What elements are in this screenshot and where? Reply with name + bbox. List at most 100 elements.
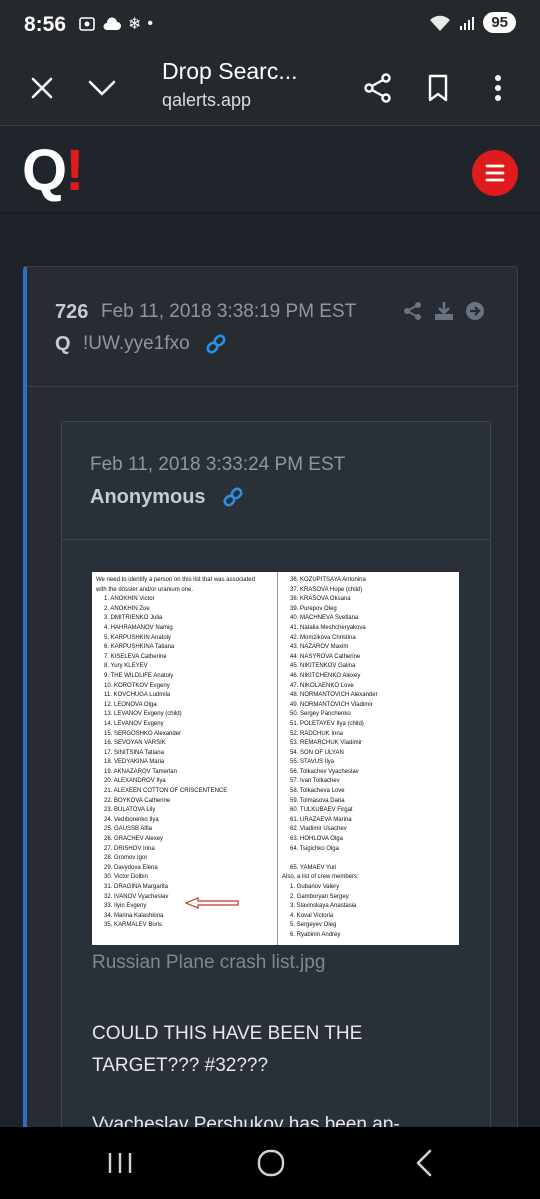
document-line: 51. POLETAYEV Ilya (child) <box>290 720 364 727</box>
post-header: 726 Feb 11, 2018 3:38:19 PM EST Q !UW.yy… <box>27 267 518 387</box>
document-left-column: We need to identify a person on this lis… <box>96 576 274 931</box>
back-chevron-icon <box>416 1149 432 1177</box>
close-button[interactable] <box>20 66 64 110</box>
post-number[interactable]: 726 <box>55 301 88 324</box>
arrow-right-circle-icon[interactable] <box>465 301 485 321</box>
post-date: Feb 11, 2018 3:38:19 PM EST <box>101 301 357 322</box>
quoted-post-header: Feb 11, 2018 3:33:24 PM EST Anonymous <box>62 422 490 540</box>
document-line: 5. Sergeyev Oleg <box>290 922 337 929</box>
signal-icon <box>460 16 475 30</box>
share-icon[interactable] <box>403 301 423 321</box>
document-line: 27. DRISHOV Irina <box>104 845 155 852</box>
document-divider <box>277 572 278 945</box>
red-arrow-annotation <box>184 897 239 909</box>
document-line: 8. Yury KLEYEV <box>104 663 148 670</box>
back-button[interactable] <box>404 1145 444 1181</box>
status-notification-icons: ❄ • <box>78 14 153 34</box>
document-line: 4. HAHRAMANOV Namig <box>104 624 173 631</box>
document-line: 25. GAUSSB Alfia <box>104 826 153 833</box>
document-line: 17. SINITSINA Tatiana <box>104 749 164 756</box>
document-line: We need to identify a person on this lis… <box>96 577 255 583</box>
more-options-button[interactable] <box>476 66 520 110</box>
link-icon <box>206 334 226 354</box>
document-line: 3. Slavinskaya Anastasia <box>290 903 357 910</box>
post-tripcode: !UW.yye1fxo <box>83 333 190 354</box>
quoted-post-permalink[interactable] <box>222 486 244 513</box>
dot-icon: • <box>147 15 154 32</box>
download-icon[interactable] <box>433 301 455 321</box>
document-line: 21. ALEXEEN COTTON OF CRISCENTENCE <box>104 788 228 795</box>
document-line: 1. ANOKHIN Victor <box>104 596 155 603</box>
document-line: 60. TULKUBAEV Firgat <box>290 807 353 814</box>
document-line: 44. NASYROVA Catherine <box>290 653 361 660</box>
document-line: 1. Gubanov Valery <box>290 884 340 890</box>
document-line: 3. DMITRIENKO Julia <box>104 615 163 622</box>
document-line: 22. BOYKOVA Catherine <box>104 797 171 804</box>
document-line: 6. KARPUSHKINA Tatiana <box>104 644 175 651</box>
page-url: qalerts.app <box>162 90 252 110</box>
recent-apps-icon <box>108 1153 132 1173</box>
document-line: 42. Momzikova Christina <box>290 634 356 641</box>
hamburger-menu-icon <box>472 150 518 196</box>
document-line: 50. Sergey Panchenko <box>290 711 351 718</box>
document-line: 65. YAMAEV Yuri <box>290 864 337 871</box>
document-line: 56. Tolkachev Vyacheslav <box>290 768 359 775</box>
document-line: 9. THE WILDLIFE Anatoly <box>104 672 174 679</box>
document-line: 34. Marina Kalashkina <box>104 912 164 919</box>
document-line: 24. Vedıborenko Ilya <box>104 816 159 823</box>
bookmark-icon <box>428 74 448 102</box>
menu-button[interactable] <box>472 150 518 201</box>
quoted-post-author: Anonymous <box>90 486 206 508</box>
document-line: 13. LEVANOV Evgeny (child) <box>104 711 182 718</box>
quoted-post-text: COULD THIS HAVE BEEN THE TARGET??? #32??… <box>92 1023 363 1076</box>
site-header: Q ! <box>0 127 540 213</box>
document-line: 59. Tolmasova Daria <box>290 797 345 804</box>
link-icon <box>223 487 243 507</box>
document-line: 49. NORMANTOVICH Vladimir <box>290 701 373 708</box>
logo-exclamation: ! <box>65 138 85 203</box>
document-line: 64. Tsigichko Olga <box>290 845 339 852</box>
document-line: 39. Purepov Oleg <box>290 605 337 612</box>
document-line: 10. KOROTKOV Evgeny <box>104 682 170 689</box>
collapse-button[interactable] <box>80 66 124 110</box>
document-line: 61. URAZAEVA Marina <box>290 816 352 823</box>
document-line: 41. Natalia Meshcheryakova <box>290 624 366 631</box>
quoted-post-date: Feb 11, 2018 3:33:24 PM EST <box>90 454 346 475</box>
document-line: 16. SEVOYAN VARSIK <box>104 740 166 747</box>
document-line: 2. Gamboryan Sergey <box>290 893 349 900</box>
document-line: 45. NIKITENKOV Galina <box>290 663 356 670</box>
document-line: 36. KOZUPITSAYA Antonina <box>290 577 366 583</box>
attached-image[interactable]: We need to identify a person on this lis… <box>92 572 459 945</box>
document-line: 5. KARPUSHKIN Anatoly <box>104 634 172 641</box>
document-line: 18. VEDYAKINA Maria <box>104 759 165 766</box>
document-line: 35. KARMALEV Boris <box>104 922 163 929</box>
document-line: 46. NIKITCHENKO Alexey <box>290 672 361 679</box>
document-line: 29. Davydova Elena <box>104 864 158 871</box>
home-icon <box>257 1149 285 1177</box>
home-button[interactable] <box>251 1145 291 1181</box>
post-permalink[interactable] <box>205 333 227 360</box>
site-logo[interactable]: Q ! <box>22 138 85 203</box>
screenshot-icon <box>79 17 95 31</box>
chevron-down-icon <box>88 80 116 96</box>
status-bar: 8:56 ❄ • 95 <box>0 0 540 50</box>
document-line: 52. RADCHUK Inna <box>290 730 344 737</box>
document-line: 12. LEONOVA Olga <box>104 701 157 708</box>
document-line: 26. GRACHEV Alexey <box>104 836 164 843</box>
post-card: 726 Feb 11, 2018 3:38:19 PM EST Q !UW.yy… <box>23 266 518 1181</box>
document-line: Also, a list of crew members: <box>282 874 359 881</box>
document-line: 2. ANOKHIN Zoe <box>104 605 150 612</box>
document-line: 28. Gromov Igor <box>104 855 148 862</box>
document-line: 11. KOVCHUGA Ludmila <box>104 692 171 699</box>
system-navigation-bar <box>0 1127 540 1199</box>
document-line: 14. LEVANOV Evgeny <box>104 720 164 727</box>
image-caption[interactable]: Russian Plane crash list.jpg <box>92 952 325 974</box>
document-line: 43. NAZAROV Maxim <box>290 644 349 651</box>
document-line: 23. BULATOVA Lily <box>104 807 156 814</box>
recent-apps-button[interactable] <box>100 1145 140 1181</box>
share-button[interactable] <box>356 66 400 110</box>
document-line: 53. REMARCHUK Vladimir <box>290 740 363 747</box>
post-author: Q <box>55 333 71 355</box>
bookmark-button[interactable] <box>416 66 460 110</box>
document-line: 62. Vladimir Usachev <box>290 826 347 833</box>
